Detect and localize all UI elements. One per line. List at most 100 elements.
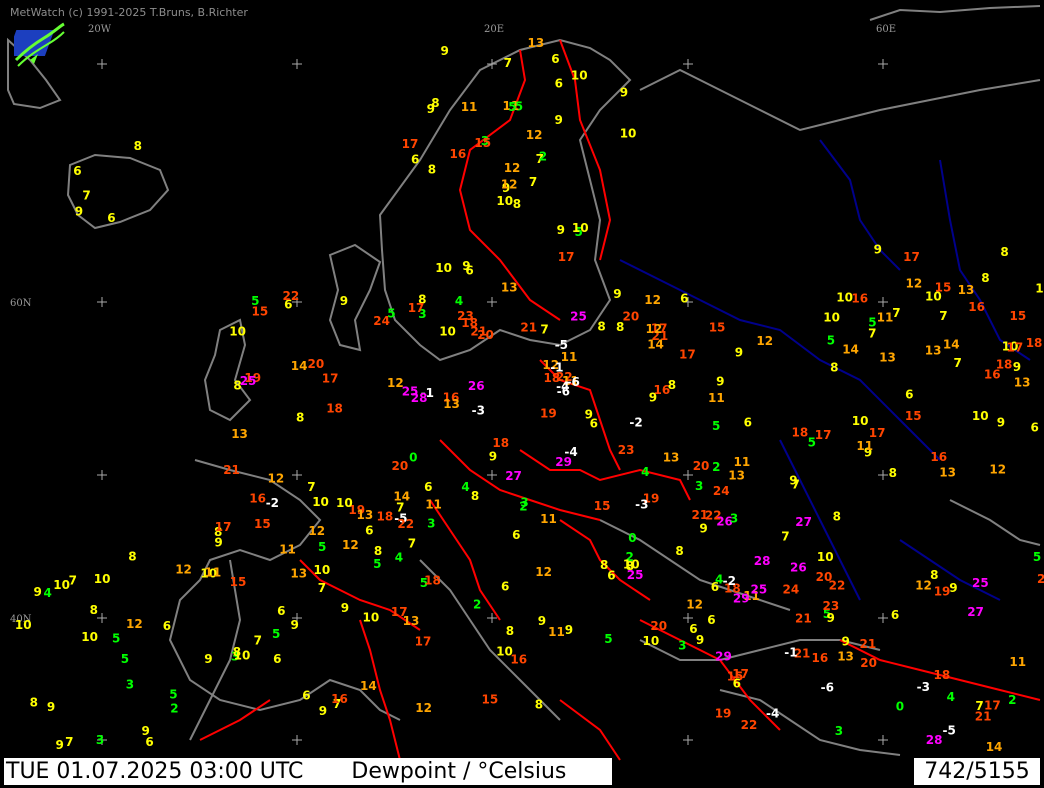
station-value: 21 xyxy=(795,612,812,626)
station-value: 2 xyxy=(170,702,178,716)
station-value: 17 xyxy=(322,372,339,386)
graticule-label: 20E xyxy=(484,24,504,35)
station-value: 11 xyxy=(540,512,557,526)
station-value: 9 xyxy=(842,635,850,649)
station-value: 7 xyxy=(939,309,947,323)
station-value: 11 xyxy=(205,566,222,580)
station-value: 23 xyxy=(457,309,474,323)
station-value: 6 xyxy=(424,480,432,494)
station-value: 4 xyxy=(461,480,469,494)
station-value: 16 xyxy=(930,450,947,464)
station-value: 3 xyxy=(730,512,738,526)
station-value: 5 xyxy=(121,652,129,666)
station-value: 3 xyxy=(520,495,528,509)
station-value: 8 xyxy=(981,271,989,285)
station-value: 21 xyxy=(975,709,992,723)
station-value: 8 xyxy=(431,96,439,110)
station-value: 20 xyxy=(650,619,667,633)
station-value: 4 xyxy=(44,586,52,600)
station-value: 10 xyxy=(496,194,513,208)
station-value: 8 xyxy=(134,139,142,153)
station-value: 6 xyxy=(163,619,171,633)
station-value: 10 xyxy=(817,550,834,564)
station-value: 8 xyxy=(90,603,98,617)
station-value: 10 xyxy=(53,578,70,592)
station-value: -5 xyxy=(555,338,568,352)
station-value: 8 xyxy=(30,695,38,709)
map-background xyxy=(0,0,1044,788)
station-value: 6 xyxy=(365,523,373,537)
station-value: -5 xyxy=(943,723,956,737)
station-value: 29 xyxy=(733,592,750,606)
station-value: 10 xyxy=(15,618,32,632)
station-value: 8 xyxy=(233,645,241,659)
station-value: 24 xyxy=(783,582,800,596)
station-value: 8 xyxy=(930,568,938,582)
station-value: 7 xyxy=(318,581,326,595)
station-value: 7 xyxy=(954,356,962,370)
station-value: 12 xyxy=(415,701,432,715)
station-value: 3 xyxy=(427,517,435,531)
station-value: 18 xyxy=(326,401,343,415)
station-value: 11 xyxy=(856,439,873,453)
station-value: 15 xyxy=(905,409,922,423)
station-value: 12 xyxy=(268,471,285,485)
station-value: 12 xyxy=(387,376,404,390)
station-value: 29 xyxy=(555,455,572,469)
weather-map: 20W 20E 60E60N40N 899876656798891091011121… xyxy=(0,0,1044,788)
station-value: -2 xyxy=(723,574,736,588)
station-value: 13 xyxy=(528,36,545,50)
station-value: 3 xyxy=(96,733,104,747)
station-value: 9 xyxy=(716,374,724,388)
station-value: 12 xyxy=(526,128,543,142)
station-value: 14 xyxy=(291,359,308,373)
station-value: 15 xyxy=(709,321,726,335)
status-bar: TUE 01.07.2025 03:00 UTC Dewpoint / °Cel… xyxy=(4,758,612,785)
station-value: 9 xyxy=(997,416,1005,430)
station-value: 25 xyxy=(240,374,257,388)
station-value: 18 xyxy=(934,668,951,682)
station-value: 12 xyxy=(175,563,192,577)
station-value: 18 xyxy=(377,510,394,524)
station-value: 9 xyxy=(214,535,222,549)
station-value: 13 xyxy=(357,508,374,522)
station-value: 0 xyxy=(409,451,417,465)
station-value: 11 xyxy=(877,310,894,324)
station-value: 17 xyxy=(903,250,920,264)
station-value: 13 xyxy=(663,450,680,464)
station-value: 14 xyxy=(943,337,960,351)
graticule-label: 60N xyxy=(10,298,32,309)
station-value: 15 xyxy=(482,692,499,706)
station-value: 2 xyxy=(539,150,547,164)
station-value: 9 xyxy=(557,223,565,237)
station-value: 9 xyxy=(1013,360,1021,374)
station-value: 7 xyxy=(781,529,789,543)
station-value: -3 xyxy=(917,680,930,694)
station-value: 9 xyxy=(538,614,546,628)
station-value: 6 xyxy=(302,689,310,703)
station-value: 28 xyxy=(926,733,943,747)
station-value: 15 xyxy=(935,280,952,294)
station-value: 12 xyxy=(342,538,359,552)
station-value: 6 xyxy=(107,211,115,225)
station-value: 6 xyxy=(273,652,281,666)
station-value: 17 xyxy=(558,250,575,264)
station-value: 9 xyxy=(462,259,470,273)
station-value: 7 xyxy=(892,306,900,320)
station-value: 8 xyxy=(833,509,841,523)
station-value: 28 xyxy=(754,554,771,568)
station-value: 23 xyxy=(823,599,840,613)
station-value: 7 xyxy=(254,634,262,648)
station-value: 5 xyxy=(712,419,720,433)
station-value: 17 xyxy=(679,348,696,362)
station-value: 9 xyxy=(555,113,563,127)
station-value: 13 xyxy=(443,397,460,411)
station-value: 8 xyxy=(233,379,241,393)
station-value: 9 xyxy=(489,450,497,464)
station-value: 17 xyxy=(815,428,832,442)
station-value: 9 xyxy=(34,585,42,599)
station-value: 12 xyxy=(686,598,703,612)
station-value: 16 xyxy=(249,492,266,506)
station-value: 6 xyxy=(501,580,509,594)
station-value: 27 xyxy=(505,469,522,483)
